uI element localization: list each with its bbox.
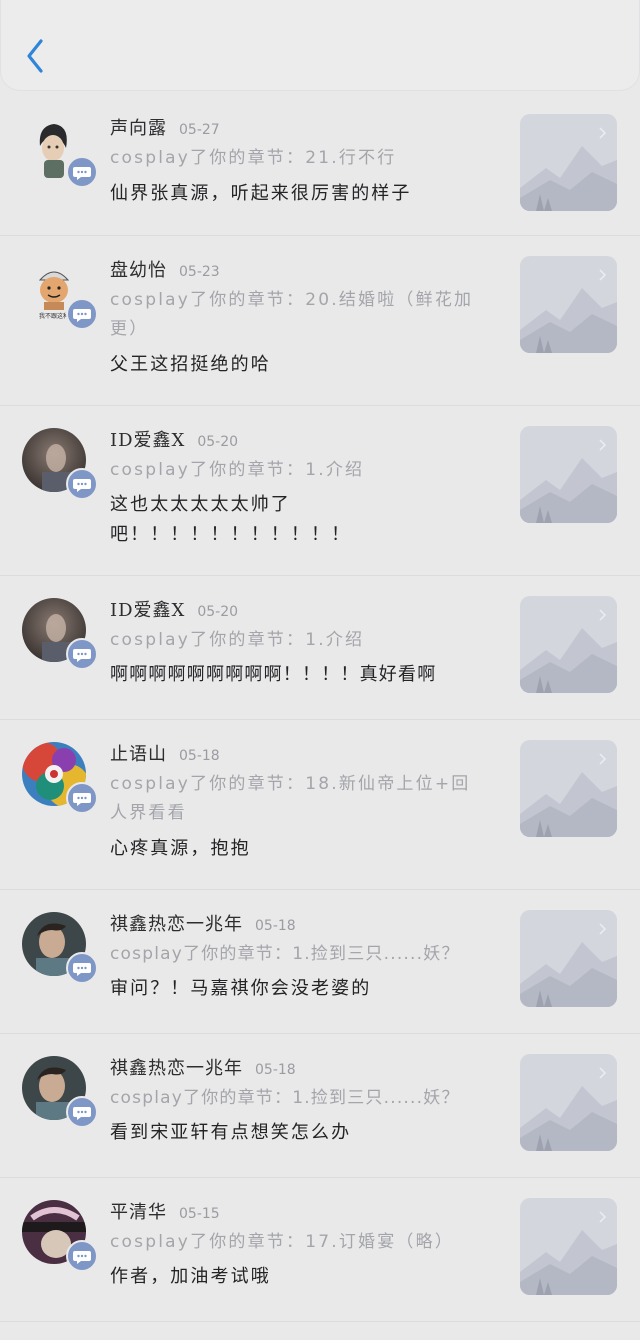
list-item[interactable]: 祺鑫热恋一兆年 05-18 cosplay了你的章节：1.捡到三只......妖？… (0, 1034, 640, 1178)
chapter-thumbnail[interactable] (520, 426, 617, 523)
avatar[interactable] (22, 116, 98, 188)
chapter-reference[interactable]: cosplay了你的章节：1.捡到三只......妖？ (110, 1084, 500, 1113)
chevron-left-icon (27, 39, 43, 73)
comment-text: 看到宋亚轩有点想笑怎么办 (110, 1122, 352, 1143)
chapter-reference[interactable]: cosplay了你的章节：17.订婚宴（略） (110, 1228, 480, 1257)
avatar-caption: 我不跟这种 (39, 312, 69, 320)
chapter-thumbnail[interactable] (520, 1198, 617, 1295)
comment-date: 05-27 (179, 122, 220, 138)
chapter-reference[interactable]: cosplay了你的章节：21.行不行 (110, 144, 480, 173)
user-name[interactable]: 声向露 (110, 118, 167, 139)
comment-date: 05-20 (197, 434, 239, 450)
avatar[interactable] (22, 598, 98, 670)
mountain-landscape-icon (520, 596, 617, 693)
chapter-thumbnail[interactable] (520, 114, 617, 211)
chat-bubble-icon (66, 782, 98, 814)
chapter-thumbnail[interactable] (520, 910, 617, 1007)
comment-date: 05-18 (255, 918, 296, 934)
user-name[interactable]: 祺鑫热恋一兆年 (110, 1058, 243, 1079)
avatar[interactable] (22, 742, 98, 814)
user-name[interactable]: 平清华 (110, 1202, 167, 1223)
mountain-landscape-icon (520, 1054, 617, 1151)
chat-bubble-icon (66, 1096, 98, 1128)
chapter-reference[interactable]: cosplay了你的章节：1.捡到三只......妖？ (110, 940, 500, 969)
user-name[interactable]: 止语山 (110, 744, 167, 765)
list-item[interactable]: 止语山 05-18 cosplay了你的章节：18.新仙帝上位+回人界看看 心疼真… (0, 720, 640, 890)
avatar[interactable] (22, 912, 98, 984)
chapter-thumbnail[interactable] (520, 1054, 617, 1151)
avatar[interactable] (22, 428, 98, 500)
comment-text: 仙界张真源，听起来很厉害的样子 (110, 183, 412, 204)
comment-text: 审问？！马嘉祺你会没老婆的 (110, 978, 372, 999)
comment-date: 05-23 (179, 264, 220, 280)
comment-date: 05-18 (255, 1062, 296, 1078)
mountain-landscape-icon (520, 426, 617, 523)
avatar[interactable]: 我不跟这种 (22, 258, 98, 330)
chat-bubble-icon (66, 638, 98, 670)
chat-bubble-icon (66, 298, 98, 330)
user-name[interactable]: ID爱鑫X (110, 600, 185, 621)
chapter-reference[interactable]: cosplay了你的章节：1.介绍 (110, 626, 480, 655)
chapter-reference[interactable]: cosplay了你的章节：1.介绍 (110, 456, 480, 485)
list-item[interactable]: 平清华 05-15 cosplay了你的章节：17.订婚宴（略） 作者，加油考试哦 (0, 1178, 640, 1322)
comment-text: 作者，加油考试哦 (110, 1266, 271, 1287)
top-bar (0, 0, 640, 91)
mountain-landscape-icon (520, 1198, 617, 1295)
chat-bubble-icon (66, 1240, 98, 1272)
back-button[interactable] (21, 38, 51, 74)
mountain-landscape-icon (520, 910, 617, 1007)
comment-text: 啊啊啊啊啊啊啊啊啊！！！！真好看啊 (110, 664, 437, 685)
chapter-thumbnail[interactable] (520, 596, 617, 693)
comment-date: 05-15 (179, 1206, 220, 1222)
user-name[interactable]: 祺鑫热恋一兆年 (110, 914, 243, 935)
avatar[interactable] (22, 1200, 98, 1272)
notification-list: 声向露 05-27 cosplay了你的章节：21.行不行 仙界张真源，听起来很厉… (0, 94, 640, 1322)
chapter-thumbnail[interactable] (520, 256, 617, 353)
list-item[interactable]: 我不跟这种 盘幼怡 05-23 cosplay了你的章节：20.结婚啦（鲜花加更）… (0, 236, 640, 406)
list-item[interactable]: 声向露 05-27 cosplay了你的章节：21.行不行 仙界张真源，听起来很厉… (0, 94, 640, 236)
chapter-reference[interactable]: cosplay了你的章节：20.结婚啦（鲜花加更） (110, 286, 480, 344)
chapter-reference[interactable]: cosplay了你的章节：18.新仙帝上位+回人界看看 (110, 770, 480, 828)
comment-text: 心疼真源，抱抱 (110, 838, 251, 859)
list-item[interactable]: ID爱鑫X 05-20 cosplay了你的章节：1.介绍 这也太太太太太帅了吧！… (0, 406, 640, 576)
user-name[interactable]: ID爱鑫X (110, 430, 185, 451)
chat-bubble-icon (66, 952, 98, 984)
chapter-thumbnail[interactable] (520, 740, 617, 837)
comment-text: 这也太太太太太帅了吧！！！！！！！！！！！ (110, 494, 352, 545)
comment-text: 父王这招挺绝的哈 (110, 354, 271, 375)
chat-bubble-icon (66, 468, 98, 500)
comment-date: 05-18 (179, 748, 220, 764)
list-item[interactable]: ID爱鑫X 05-20 cosplay了你的章节：1.介绍 啊啊啊啊啊啊啊啊啊！！… (0, 576, 640, 720)
avatar[interactable] (22, 1056, 98, 1128)
comment-date: 05-20 (197, 604, 239, 620)
mountain-landscape-icon (520, 256, 617, 353)
chat-bubble-icon (66, 156, 98, 188)
user-name[interactable]: 盘幼怡 (110, 260, 167, 281)
mountain-landscape-icon (520, 740, 617, 837)
list-item[interactable]: 祺鑫热恋一兆年 05-18 cosplay了你的章节：1.捡到三只......妖？… (0, 890, 640, 1034)
mountain-landscape-icon (520, 114, 617, 211)
